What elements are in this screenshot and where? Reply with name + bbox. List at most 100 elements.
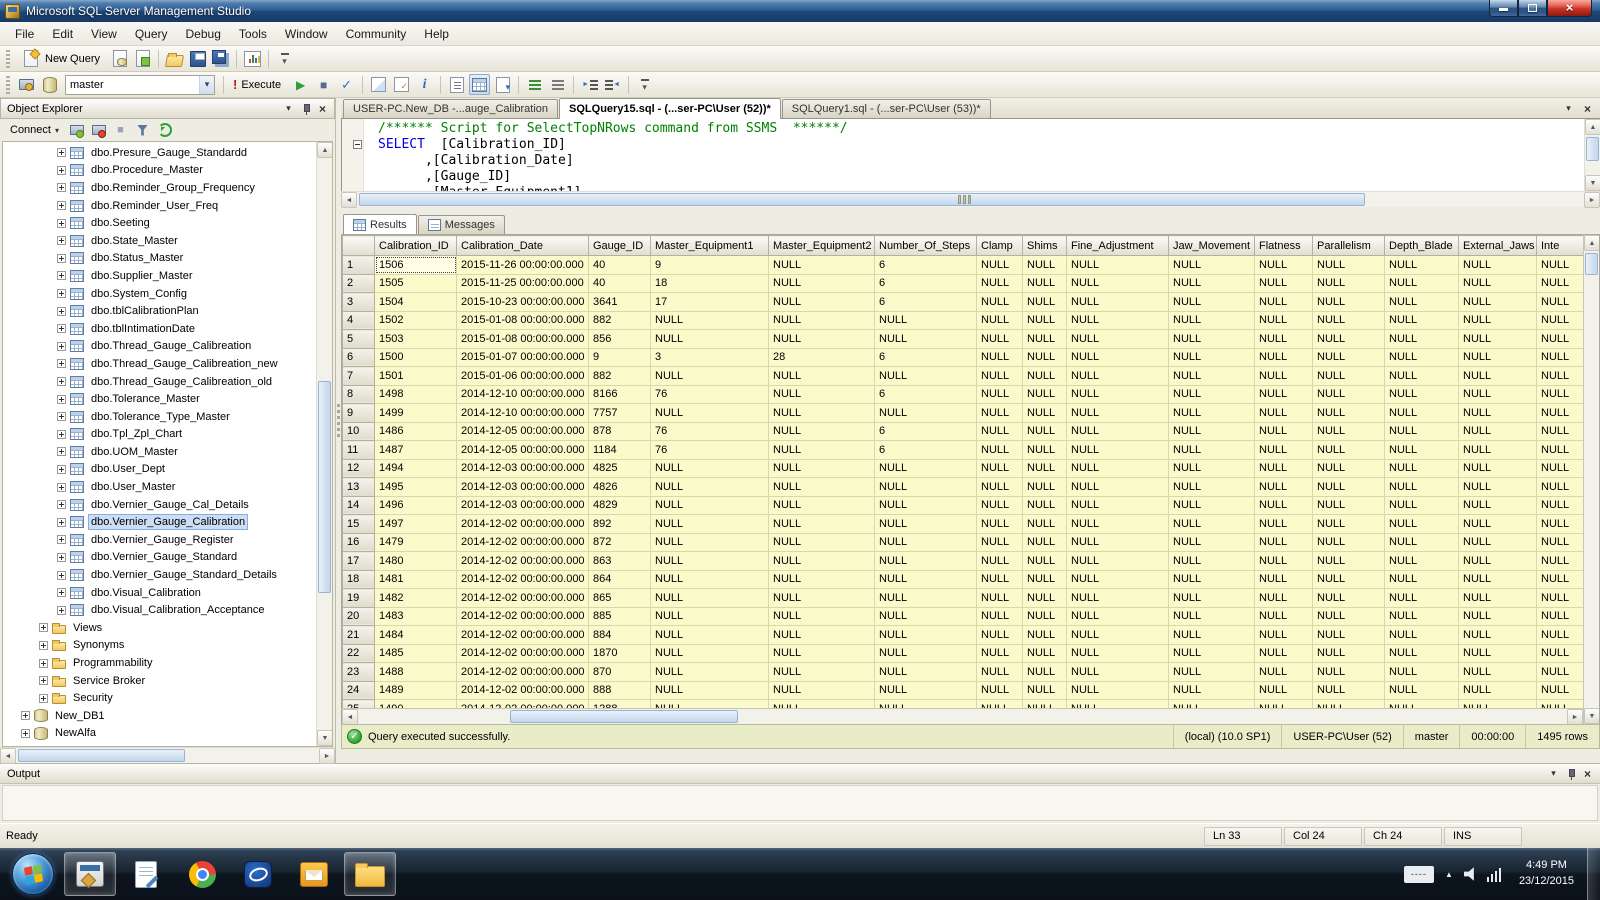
grid-cell[interactable]: NULL — [769, 404, 875, 423]
grid-cell[interactable]: NULL — [1023, 422, 1067, 441]
grid-cell[interactable]: NULL — [651, 311, 769, 330]
grid-cell[interactable]: NULL — [1385, 348, 1459, 367]
expand-icon[interactable] — [57, 606, 66, 615]
grid-cell[interactable]: NULL — [1067, 385, 1169, 404]
grid-cell[interactable]: 2015-01-07 00:00:00.000 — [457, 348, 589, 367]
expand-icon[interactable] — [57, 465, 66, 474]
grid-cell[interactable]: NULL — [1385, 552, 1459, 571]
grid-cell[interactable]: NULL — [769, 441, 875, 460]
grid-cell[interactable]: NULL — [1255, 330, 1313, 349]
grid-vertical-scrollbar[interactable] — [1583, 235, 1599, 724]
filter-icon[interactable] — [132, 120, 153, 141]
grid-cell[interactable]: NULL — [1459, 496, 1537, 515]
grid-cell[interactable]: 888 — [589, 681, 651, 700]
grid-cell[interactable]: NULL — [1313, 256, 1385, 275]
grid-cell[interactable]: 2014-12-10 00:00:00.000 — [457, 385, 589, 404]
grid-cell[interactable]: NULL — [875, 533, 977, 552]
column-header[interactable]: Depth_Blade — [1385, 236, 1459, 256]
tree-item-table[interactable]: dbo.Thread_Gauge_Calibreation_old — [3, 373, 316, 391]
column-header[interactable]: Calibration_ID — [375, 236, 457, 256]
grid-cell[interactable]: 865 — [589, 589, 651, 608]
disconnect-icon[interactable] — [88, 120, 109, 141]
grid-cell[interactable]: 892 — [589, 515, 651, 534]
grid-cell[interactable]: NULL — [1067, 552, 1169, 571]
grid-cell[interactable]: NULL — [875, 459, 977, 478]
sql-editor[interactable]: /****** Script for SelectTopNRows comman… — [341, 119, 1600, 191]
grid-cell[interactable]: NULL — [977, 293, 1023, 312]
grid-cell[interactable]: NULL — [1313, 533, 1385, 552]
grid-cell[interactable]: NULL — [1023, 681, 1067, 700]
grid-cell[interactable]: NULL — [1023, 367, 1067, 386]
grid-cell[interactable]: 3641 — [589, 293, 651, 312]
grid-cell[interactable]: NULL — [651, 681, 769, 700]
grid-cell[interactable]: NULL — [875, 478, 977, 497]
grid-cell[interactable]: NULL — [1169, 515, 1255, 534]
expand-icon[interactable] — [57, 219, 66, 228]
expand-icon[interactable] — [57, 254, 66, 263]
grid-cell[interactable]: NULL — [651, 607, 769, 626]
grid-cell[interactable]: 2014-12-02 00:00:00.000 — [457, 626, 589, 645]
grid-cell[interactable]: NULL — [1255, 681, 1313, 700]
grid-cell[interactable]: 2015-01-08 00:00:00.000 — [457, 330, 589, 349]
restore-button[interactable] — [1518, 0, 1547, 17]
grid-cell[interactable]: NULL — [1255, 626, 1313, 645]
grid-cell[interactable]: NULL — [1067, 311, 1169, 330]
grid-cell[interactable]: NULL — [1255, 311, 1313, 330]
grid-cell[interactable]: NULL — [769, 607, 875, 626]
column-header[interactable]: Flatness — [1255, 236, 1313, 256]
grid-cell[interactable]: NULL — [651, 515, 769, 534]
row-header[interactable]: 13 — [343, 478, 375, 497]
grid-cell[interactable]: NULL — [651, 626, 769, 645]
grid-cell[interactable]: 1498 — [375, 385, 457, 404]
show-desktop-button[interactable] — [1587, 848, 1600, 900]
grid-cell[interactable]: NULL — [1067, 367, 1169, 386]
grid-cell[interactable]: NULL — [1169, 589, 1255, 608]
grid-cell[interactable]: NULL — [1313, 367, 1385, 386]
grid-cell[interactable]: 1501 — [375, 367, 457, 386]
grid-cell[interactable]: NULL — [1313, 293, 1385, 312]
grid-cell[interactable]: NULL — [977, 385, 1023, 404]
grid-cell[interactable]: NULL — [875, 330, 977, 349]
comment-lines-icon[interactable] — [524, 74, 545, 95]
grid-cell[interactable]: NULL — [769, 459, 875, 478]
grid-cell[interactable]: NULL — [1459, 441, 1537, 460]
column-header[interactable]: Master_Equipment2 — [769, 236, 875, 256]
grid-cell[interactable]: NULL — [1023, 311, 1067, 330]
grid-cell[interactable]: 1495 — [375, 478, 457, 497]
grid-cell[interactable]: NULL — [977, 663, 1023, 682]
tree-item-table[interactable]: dbo.Seeting — [3, 214, 316, 232]
grid-cell[interactable]: 40 — [589, 274, 651, 293]
grid-cell[interactable]: NULL — [977, 552, 1023, 571]
grid-cell[interactable]: NULL — [1255, 367, 1313, 386]
grid-cell[interactable]: NULL — [1459, 293, 1537, 312]
tree-item-table[interactable]: dbo.tblIntimationDate — [3, 320, 316, 338]
tree-item-table[interactable]: dbo.Visual_Calibration — [3, 584, 316, 602]
column-header[interactable]: Master_Equipment1 — [651, 236, 769, 256]
row-header[interactable]: 21 — [343, 626, 375, 645]
grid-cell[interactable]: NULL — [1169, 626, 1255, 645]
expand-icon[interactable] — [57, 307, 66, 316]
expand-icon[interactable] — [21, 729, 30, 738]
grid-cell[interactable]: NULL — [651, 644, 769, 663]
grid-cell[interactable]: NULL — [875, 515, 977, 534]
grid-cell[interactable]: NULL — [1255, 385, 1313, 404]
grid-cell[interactable]: NULL — [1067, 663, 1169, 682]
grid-cell[interactable]: NULL — [1067, 441, 1169, 460]
row-header[interactable]: 15 — [343, 515, 375, 534]
menu-item-query[interactable]: Query — [126, 22, 177, 45]
grid-cell[interactable]: 4825 — [589, 459, 651, 478]
tree-item-table[interactable]: dbo.UOM_Master — [3, 443, 316, 461]
grid-cell[interactable]: 872 — [589, 533, 651, 552]
change-connection-icon[interactable] — [16, 74, 37, 95]
grid-cell[interactable]: NULL — [1255, 478, 1313, 497]
tree-item-folder[interactable]: Service Broker — [3, 672, 316, 690]
grid-cell[interactable]: NULL — [651, 478, 769, 497]
overflow-icon[interactable] — [634, 74, 655, 95]
grid-cell[interactable]: NULL — [1385, 570, 1459, 589]
hidden-icons-icon[interactable] — [1441, 866, 1457, 882]
grid-cell[interactable]: NULL — [1313, 515, 1385, 534]
grid-cell[interactable]: NULL — [1169, 663, 1255, 682]
intellisense-icon[interactable] — [414, 74, 435, 95]
grid-cell[interactable]: 1870 — [589, 644, 651, 663]
grid-cell[interactable]: 2015-11-26 00:00:00.000 — [457, 256, 589, 275]
